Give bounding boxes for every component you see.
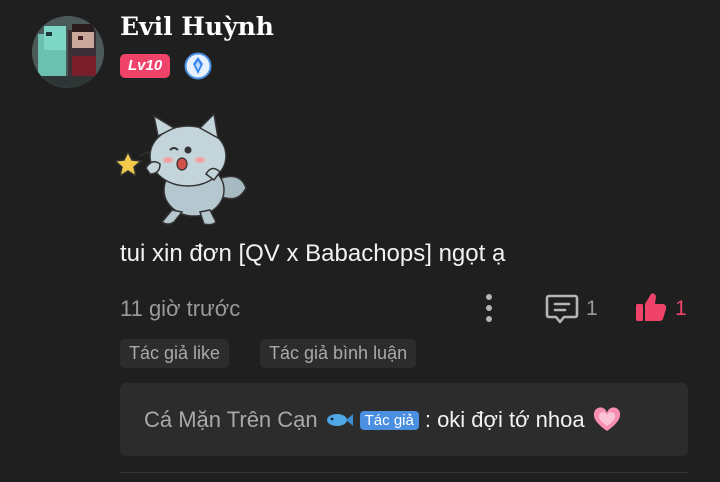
like-count: 1 <box>675 297 687 320</box>
reply-preview[interactable]: Cá Mặn Trên Cạn Tác giả : oki đợi tớ nho… <box>120 383 688 456</box>
comment-count: 1 <box>586 297 598 320</box>
reply-line: Cá Mặn Trên Cạn Tác giả : oki đợi tớ nho… <box>144 407 621 433</box>
cat-sticker-image <box>113 112 252 228</box>
thumbs-up-icon[interactable] <box>634 290 668 324</box>
author-commented-tag: Tác giả bình luận <box>260 339 417 368</box>
avatar[interactable] <box>32 16 104 88</box>
fish-icon <box>324 410 354 430</box>
post-timestamp: 11 giờ trước <box>120 296 241 321</box>
divider <box>120 472 688 473</box>
level-badge: Lv10 <box>120 54 171 78</box>
rank-badge-icon <box>184 52 212 80</box>
reply-text: : oki đợi tớ nhoa <box>424 407 585 432</box>
author-badge: Tác giả <box>359 410 419 430</box>
comment-icon[interactable] <box>545 291 579 325</box>
author-liked-tag: Tác giả like <box>120 339 230 368</box>
username[interactable]: Evil Huỳnh <box>120 12 274 41</box>
heart-icon <box>593 407 621 433</box>
post-text: tui xin đơn [QV x Babachops] ngọt ạ <box>120 240 506 267</box>
more-vertical-icon[interactable] <box>478 292 500 324</box>
reply-author[interactable]: Cá Mặn Trên Cạn <box>144 407 318 433</box>
